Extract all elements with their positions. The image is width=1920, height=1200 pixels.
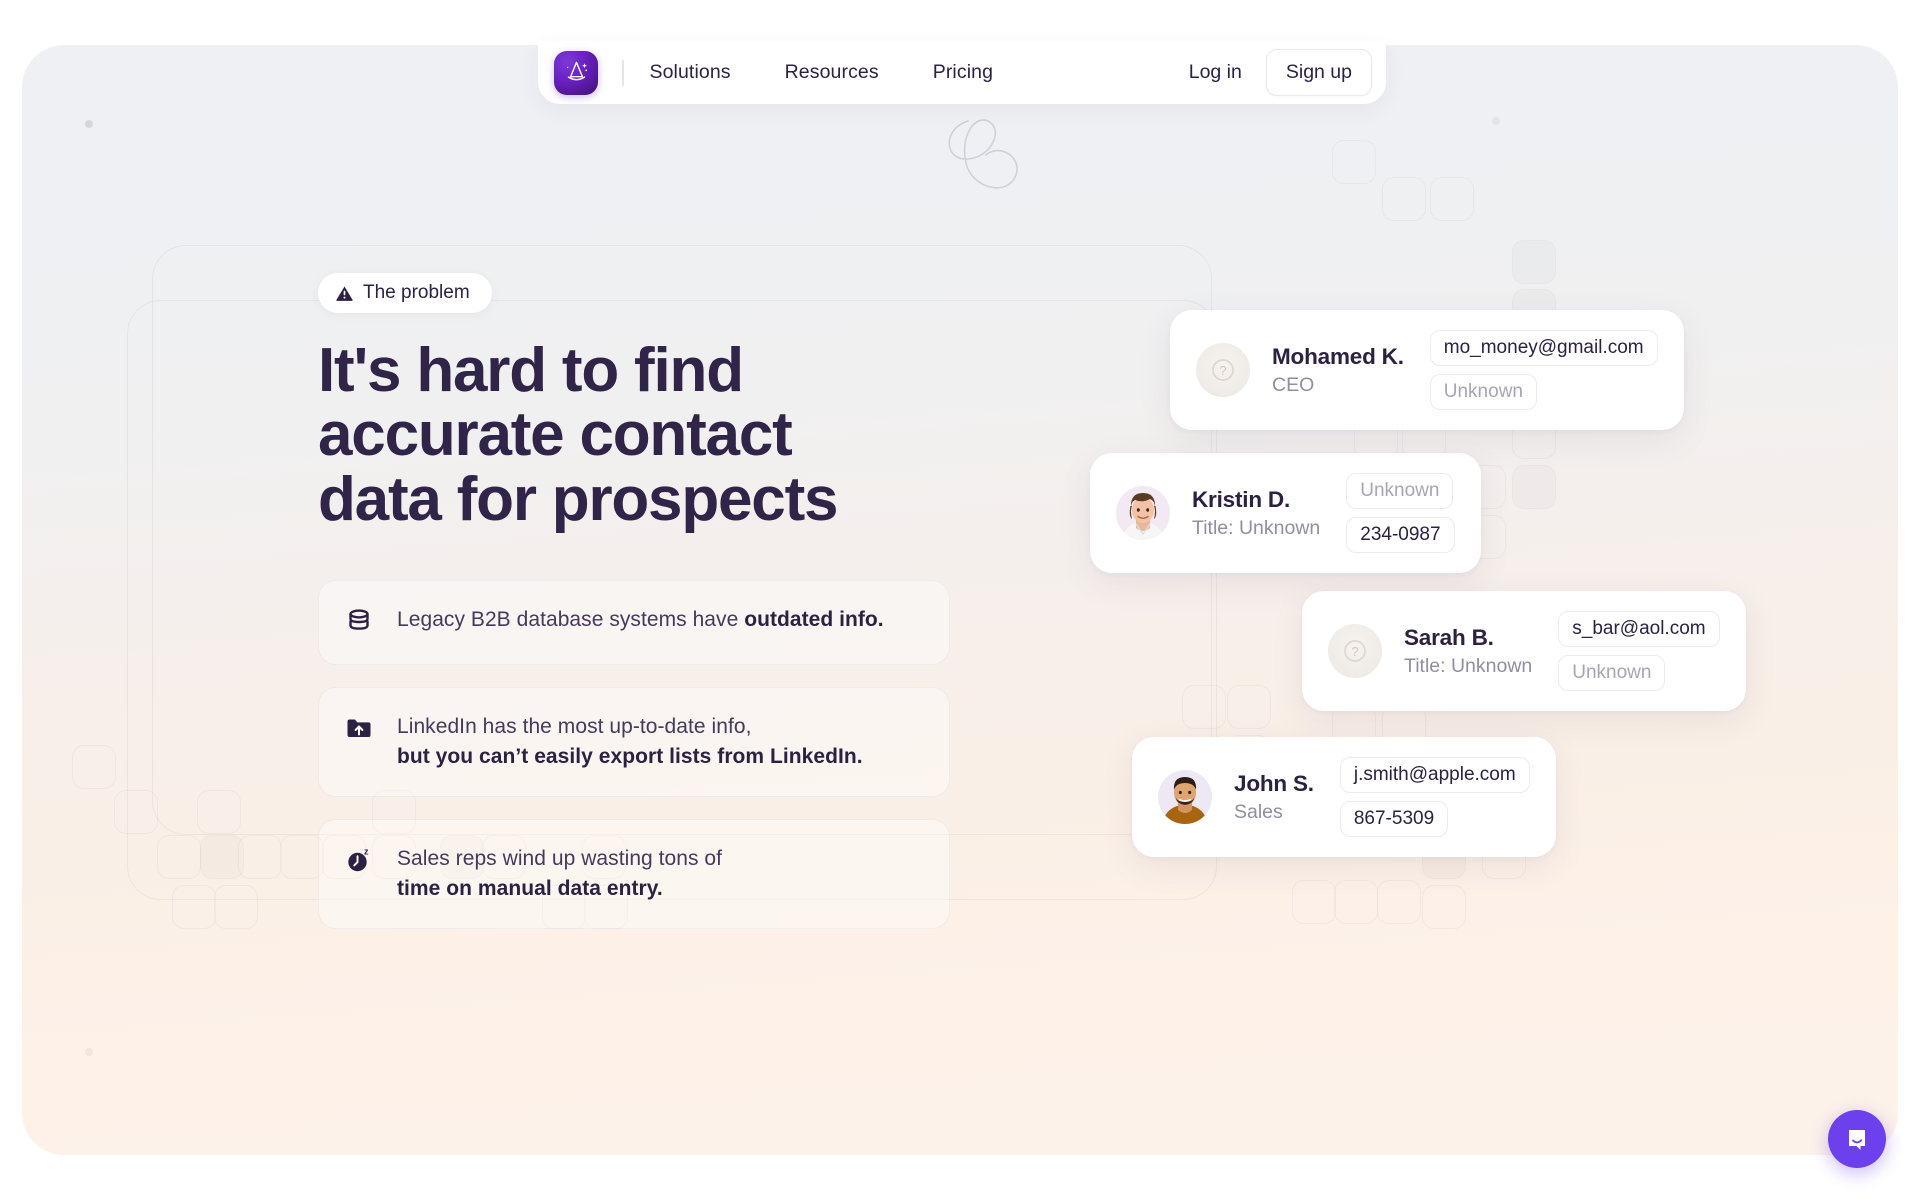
contact-fields: Unknown 234-0987 [1346,473,1455,553]
contact-title: CEO [1272,373,1315,396]
warning-triangle-icon [336,285,353,301]
problem-text-plain: Legacy B2B database systems have [397,608,745,632]
contact-card: Kristin D. Title: Unknown Unknown 234-0987 [1090,453,1481,573]
decorative-square [1377,880,1421,924]
decorative-square [1512,465,1556,509]
navbar-divider [622,59,624,86]
contact-title: Sales [1234,800,1283,823]
hero-left-column: The problem It's hard to find accurate c… [318,273,978,929]
decorative-square [1334,880,1378,924]
chat-launcher-button[interactable] [1828,1110,1886,1168]
contact-field-unknown: Unknown [1558,655,1666,691]
chat-bubble-smile-icon [1849,1130,1865,1150]
page-root: The problem It's hard to find accurate c… [0,0,1920,1200]
contact-identity: Sarah B. Title: Unknown [1404,625,1532,678]
avatar-photo [1116,486,1170,540]
contact-name: Sarah B. [1404,624,1494,650]
contact-card: ? Sarah B. Title: Unknown s_bar@aol.com Unkn… [1302,591,1746,711]
page-title: It's hard to find accurate contact data … [318,336,978,534]
nav-link-solutions[interactable]: Solutions [650,61,731,84]
contact-field-value: s_bar@aol.com [1558,611,1720,647]
problem-card-text: Legacy B2B database systems have outdate… [397,605,884,635]
problem-text-bold: time on manual data entry. [397,876,663,900]
contact-title: Title: Unknown [1404,654,1533,677]
problem-text-bold: but you can’t easily export lists from L… [397,745,863,769]
database-icon [345,607,375,640]
decorative-square [72,745,116,789]
question-mark-icon: ? [1344,640,1366,662]
avatar [1158,770,1212,824]
contact-name: John S. [1234,770,1314,796]
problem-card: z Sales reps wind up wasting tons of time … [318,819,950,929]
signup-button[interactable]: Sign up [1265,49,1372,96]
problem-card-text: LinkedIn has the most up-to-date info, bu… [397,712,863,772]
problem-text-plain: Sales reps wind up wasting tons of [397,847,723,871]
squiggle-doodle-icon [948,119,1018,189]
nav-link-resources[interactable]: Resources [785,61,879,84]
navbar: Solutions Resources Pricing Log in Sign up [538,41,1386,104]
contact-field-unknown: Unknown [1429,374,1537,410]
contact-name: Kristin D. [1192,486,1291,512]
problem-badge-label: The problem [363,282,470,303]
hero-section: The problem It's hard to find accurate c… [22,45,1898,1155]
decorative-square [1382,177,1426,221]
navbar-actions: Log in Sign up [1173,49,1372,96]
brand-logo[interactable] [554,50,598,95]
contact-identity: Kristin D. Title: Unknown [1192,487,1320,540]
problem-card-list: Legacy B2B database systems have outdate… [318,580,978,929]
clock-sleep-icon: z [345,846,375,879]
contact-identity: John S. Sales [1234,771,1314,824]
decorative-square [1292,880,1336,924]
contact-fields: j.smith@apple.com 867-5309 [1339,757,1530,837]
problem-text-plain: LinkedIn has the most up-to-date info, [397,715,752,739]
decorative-square [1430,177,1474,221]
avatar-unknown: ? [1196,343,1250,397]
nav-link-pricing[interactable]: Pricing [933,61,993,84]
svg-text:?: ? [1219,363,1226,378]
wizard-hat-icon [566,61,587,81]
decorative-square [1332,140,1376,184]
problem-card: LinkedIn has the most up-to-date info, bu… [318,687,950,798]
contact-fields: s_bar@aol.com Unknown [1558,611,1720,691]
contact-fields: mo_money@gmail.com Unknown [1429,330,1658,410]
login-button[interactable]: Log in [1173,53,1258,92]
decorative-square [1422,885,1466,929]
contact-field-value: mo_money@gmail.com [1429,330,1658,366]
contact-field-value: 234-0987 [1346,517,1455,553]
svg-text:?: ? [1351,644,1358,659]
svg-text:z: z [364,846,369,856]
contact-card: ? Mohamed K. CEO mo_money@gmail.com Unknown [1170,310,1684,430]
problem-badge: The problem [318,273,492,313]
problem-card: Legacy B2B database systems have outdate… [318,580,950,666]
contact-field-value: j.smith@apple.com [1339,757,1530,793]
contact-name: Mohamed K. [1272,343,1404,369]
navbar-links: Solutions Resources Pricing [650,61,994,84]
decorative-dot [1492,117,1500,125]
decorative-dot [85,120,93,128]
contact-field-unknown: Unknown [1346,473,1454,509]
problem-text-bold: outdated info. [744,608,884,632]
decorative-square [1512,240,1556,284]
problem-card-text: Sales reps wind up wasting tons of time o… [397,844,722,904]
contact-identity: Mohamed K. CEO [1272,344,1404,397]
question-mark-icon: ? [1212,359,1234,381]
contact-card: John S. Sales j.smith@apple.com 867-5309 [1132,737,1556,857]
headline-line-3: data for prospects [318,464,838,534]
contact-title: Title: Unknown [1192,516,1321,539]
decorative-square [1227,685,1271,729]
avatar-unknown: ? [1328,624,1382,678]
headline-line-2: accurate contact [318,400,793,470]
contact-field-value: 867-5309 [1339,801,1449,837]
headline-line-1: It's hard to find [318,336,744,405]
avatar [1116,486,1170,540]
folder-upload-icon [345,714,375,747]
decorative-dot [85,1048,93,1056]
avatar-photo [1158,770,1212,824]
